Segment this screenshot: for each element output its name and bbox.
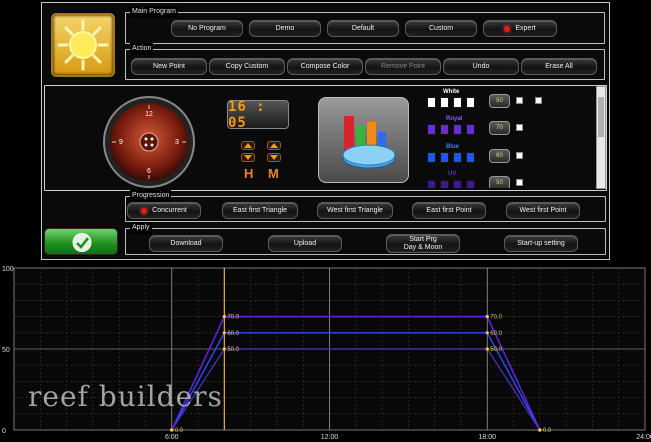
blue-checkbox[interactable] xyxy=(516,152,523,159)
royal-checkbox[interactable] xyxy=(516,124,523,131)
uv-value-button[interactable]: 50 xyxy=(489,176,510,188)
hour-label: H xyxy=(244,166,254,181)
y-tick-label: 50 xyxy=(2,347,10,354)
royal-chip[interactable] xyxy=(427,124,436,135)
blue-chip[interactable] xyxy=(453,152,462,163)
x-tick-label: 18:00 xyxy=(478,434,496,441)
apply-title: Apply xyxy=(130,222,152,234)
point-value-label: 70.0 xyxy=(227,315,239,321)
series-point xyxy=(538,428,542,432)
channel-royal-label: Royal xyxy=(446,116,463,122)
white-chip[interactable] xyxy=(427,97,436,108)
start-program-day-moon-button[interactable]: Start Prg Day & Moon xyxy=(386,234,460,253)
east-first-triangle-button[interactable]: East first Triangle xyxy=(222,202,298,219)
point-value-label: 60.0 xyxy=(227,331,239,337)
default-button[interactable]: Default xyxy=(327,20,399,37)
channel-uv-label: UV xyxy=(448,171,457,177)
chart-canvas[interactable]: 0.070.060.050.070.060.050.00.06:00 12:00 1… xyxy=(0,258,651,442)
east-first-point-button[interactable]: East first Point xyxy=(412,202,486,219)
y-tick-label: 0 xyxy=(2,428,6,435)
expert-button[interactable]: Expert xyxy=(483,20,557,37)
digital-clock: 16 : 05 xyxy=(227,99,289,131)
custom-button[interactable]: Custom xyxy=(405,20,477,37)
point-value-label: 60.0 xyxy=(490,331,502,337)
dial-number-9: 9 xyxy=(119,139,123,146)
demo-button[interactable]: Demo xyxy=(249,20,321,37)
series-point xyxy=(222,331,226,335)
blue-chip[interactable] xyxy=(427,152,436,163)
channel-white-label: White xyxy=(443,89,460,95)
white-chip[interactable] xyxy=(440,97,449,108)
no-program-button[interactable]: No Program xyxy=(171,20,243,37)
series-point xyxy=(485,347,489,351)
white-chip[interactable] xyxy=(466,97,475,108)
white-value-button[interactable]: 50 xyxy=(489,94,510,108)
royal-value-button[interactable]: 70 xyxy=(489,121,510,135)
dial-number-3: 3 xyxy=(175,139,179,146)
uv-checkbox[interactable] xyxy=(516,179,523,186)
series-point xyxy=(222,347,226,351)
undo-button[interactable]: Undo xyxy=(443,58,519,75)
concurrent-button[interactable]: Concurrent xyxy=(127,202,201,219)
y-tick-label: 100 xyxy=(2,266,14,273)
royal-chip[interactable] xyxy=(466,124,475,135)
chart-icon-tile[interactable] xyxy=(318,97,409,183)
remove-point-button[interactable]: Remove Point xyxy=(365,58,441,75)
uv-chip[interactable] xyxy=(427,180,436,188)
progression-title: Progression xyxy=(130,190,172,202)
watermark-text: reef builders xyxy=(28,380,223,413)
lighting-schedule-chart[interactable]: 0.0 70.0 60.0 50.0 70.0 60.0 50.0 0.0 6:00 12:00 1… xyxy=(0,258,651,442)
blue-chip[interactable] xyxy=(466,152,475,163)
uv-chip[interactable] xyxy=(440,180,449,188)
apply-check-icon[interactable] xyxy=(44,228,118,255)
main-program-title: Main Program xyxy=(130,6,178,18)
action-title: Action xyxy=(130,43,154,55)
point-value-label: 0.0 xyxy=(543,428,552,434)
selected-indicator-icon xyxy=(504,25,511,32)
white-checkbox-alt[interactable] xyxy=(535,97,542,104)
scroll-thumb[interactable] xyxy=(598,97,604,137)
x-tick-label: 12:00 xyxy=(321,434,339,441)
selected-indicator-icon xyxy=(141,207,148,214)
west-first-triangle-button[interactable]: West first Triangle xyxy=(317,202,393,219)
white-checkbox[interactable] xyxy=(516,97,523,104)
dial-number-6: 6 xyxy=(147,168,151,175)
uv-chip[interactable] xyxy=(466,180,475,188)
start-up-setting-button[interactable]: Start-up setting xyxy=(504,235,578,252)
x-tick-label: 24:00 xyxy=(636,434,651,441)
compose-color-button[interactable]: Compose Color xyxy=(287,58,363,75)
point-value-label: 70.0 xyxy=(490,315,502,321)
series-point xyxy=(485,315,489,319)
minute-label: M xyxy=(268,166,279,181)
arrow-glyphs-icon xyxy=(244,143,278,160)
channel-row-uv: UV 50 xyxy=(420,168,550,188)
point-value-label: 50.0 xyxy=(490,347,502,353)
white-chip[interactable] xyxy=(453,97,462,108)
series-point xyxy=(485,331,489,335)
analog-clock-dial[interactable]: 12 3 6 9 xyxy=(103,96,195,188)
point-value-label: 50.0 xyxy=(227,347,239,353)
sun-program-icon[interactable] xyxy=(51,13,115,77)
blue-value-button[interactable]: 60 xyxy=(489,149,510,163)
copy-custom-button[interactable]: Copy Custom xyxy=(209,58,285,75)
upload-button[interactable]: Upload xyxy=(268,235,342,252)
x-tick-label: 6:00 xyxy=(165,434,179,441)
download-button[interactable]: Download xyxy=(149,235,223,252)
channel-scrollbar[interactable] xyxy=(596,86,606,189)
royal-chip[interactable] xyxy=(440,124,449,135)
blue-chip[interactable] xyxy=(440,152,449,163)
west-first-point-button[interactable]: West first Point xyxy=(506,202,580,219)
series-point xyxy=(170,428,174,432)
series-point xyxy=(222,315,226,319)
dial-number-12: 12 xyxy=(145,111,153,118)
royal-chip[interactable] xyxy=(453,124,462,135)
bar-chart-icon xyxy=(342,116,396,169)
channel-blue-label: Blue xyxy=(446,144,460,150)
erase-all-button[interactable]: Erase All xyxy=(521,58,597,75)
uv-chip[interactable] xyxy=(453,180,462,188)
new-point-button[interactable]: New Point xyxy=(131,58,207,75)
